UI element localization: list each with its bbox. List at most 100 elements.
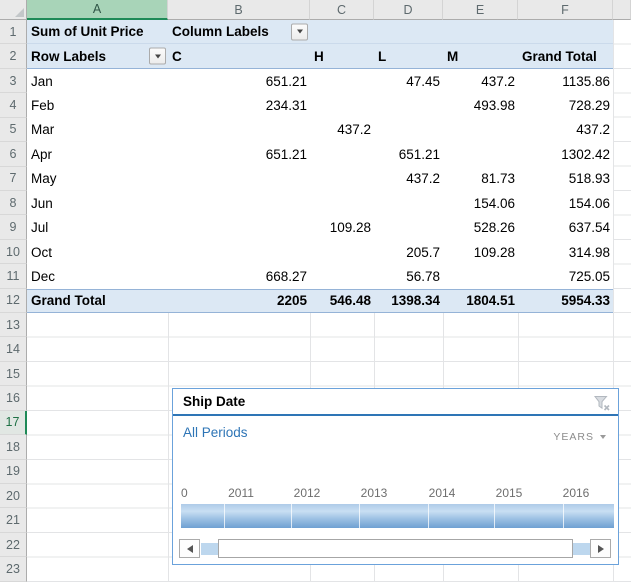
pivot-row-label[interactable]: Jul (27, 215, 168, 239)
row-header-selected[interactable]: 17 (0, 411, 27, 435)
pivot-value-cell[interactable]: 2205 (168, 289, 310, 313)
pivot-value-cell[interactable]: 518.93 (518, 167, 613, 191)
pivot-row-label[interactable]: Grand Total (27, 289, 168, 313)
row-header[interactable]: 16 (0, 386, 27, 410)
column-header-b[interactable]: B (168, 0, 310, 20)
scroll-right-button[interactable] (590, 539, 611, 558)
row-header[interactable]: 15 (0, 362, 27, 386)
pivot-value-cell[interactable]: 651.21 (168, 69, 310, 93)
pivot-value-cell[interactable] (310, 191, 374, 215)
row-header[interactable]: 20 (0, 484, 27, 508)
row-header[interactable]: 22 (0, 533, 27, 557)
scrollbar-track-left[interactable] (201, 543, 218, 555)
pivot-value-cell[interactable]: 154.06 (443, 191, 518, 215)
pivot-value-cell[interactable] (168, 191, 310, 215)
column-header-c[interactable]: C (310, 0, 374, 20)
row-header[interactable]: 12 (0, 289, 27, 313)
pivot-value-cell[interactable] (310, 93, 374, 117)
pivot-value-cell[interactable]: 437.2 (310, 118, 374, 142)
pivot-value-cell[interactable]: 437.2 (374, 167, 443, 191)
row-header[interactable]: 9 (0, 215, 27, 239)
pivot-value-cell[interactable] (310, 167, 374, 191)
pivot-row-label[interactable]: Oct (27, 240, 168, 264)
pivot-value-cell[interactable]: 1135.86 (518, 69, 613, 93)
column-header-f[interactable]: F (518, 0, 613, 20)
pivot-value-cell[interactable] (374, 191, 443, 215)
row-labels-filter-button[interactable] (149, 48, 166, 65)
row-header[interactable]: 5 (0, 118, 27, 142)
pivot-value-cell[interactable] (168, 240, 310, 264)
pivot-value-cell[interactable] (374, 215, 443, 239)
pivot-value-cell[interactable] (310, 142, 374, 166)
row-header[interactable]: 3 (0, 69, 27, 93)
pivot-row-label[interactable]: Apr (27, 142, 168, 166)
pivot-value-cell[interactable] (443, 118, 518, 142)
pivot-row-label[interactable]: May (27, 167, 168, 191)
pivot-value-cell[interactable]: 437.2 (443, 69, 518, 93)
pivot-value-cell[interactable]: 109.28 (443, 240, 518, 264)
pivot-row-label[interactable]: Feb (27, 93, 168, 117)
column-header-partial[interactable] (613, 0, 631, 20)
row-header[interactable]: 8 (0, 191, 27, 215)
pivot-value-cell[interactable]: 205.7 (374, 240, 443, 264)
row-header[interactable]: 21 (0, 508, 27, 532)
pivot-value-cell[interactable]: 725.05 (518, 264, 613, 288)
pivot-col-header[interactable]: M (443, 44, 518, 68)
row-header[interactable]: 6 (0, 142, 27, 166)
pivot-value-cell[interactable] (310, 69, 374, 93)
row-header[interactable]: 7 (0, 167, 27, 191)
pivot-value-cell[interactable]: 637.54 (518, 215, 613, 239)
pivot-value-cell[interactable]: 546.48 (310, 289, 374, 313)
pivot-cell[interactable] (443, 20, 518, 44)
row-header[interactable]: 1 (0, 20, 27, 44)
pivot-col-header[interactable]: Grand Total (518, 44, 613, 68)
pivot-value-cell[interactable] (310, 264, 374, 288)
row-header[interactable]: 19 (0, 460, 27, 484)
row-header[interactable]: 18 (0, 435, 27, 459)
row-header[interactable]: 13 (0, 313, 27, 337)
pivot-col-header[interactable]: H (310, 44, 374, 68)
pivot-value-cell[interactable]: 528.26 (443, 215, 518, 239)
column-header-d[interactable]: D (374, 0, 443, 20)
pivot-value-cell[interactable] (443, 142, 518, 166)
pivot-value-cell[interactable]: 154.06 (518, 191, 613, 215)
timeline-selection-bar[interactable] (181, 504, 614, 528)
pivot-cell[interactable] (310, 20, 374, 44)
pivot-value-cell[interactable] (310, 240, 374, 264)
pivot-value-cell[interactable]: 728.29 (518, 93, 613, 117)
pivot-row-label[interactable]: Mar (27, 118, 168, 142)
pivot-value-cell[interactable] (374, 93, 443, 117)
pivot-cell[interactable] (374, 20, 443, 44)
pivot-cell[interactable] (518, 20, 613, 44)
column-header-e[interactable]: E (443, 0, 518, 20)
pivot-row-label[interactable]: Dec (27, 264, 168, 288)
period-level-dropdown[interactable]: YEARS (553, 431, 606, 443)
pivot-value-cell[interactable]: 1804.51 (443, 289, 518, 313)
pivot-value-cell[interactable] (443, 264, 518, 288)
pivot-col-header[interactable]: L (374, 44, 443, 68)
pivot-row-label[interactable]: Jan (27, 69, 168, 93)
pivot-value-cell[interactable] (168, 167, 310, 191)
clear-filter-button[interactable] (592, 393, 612, 413)
column-header-a[interactable]: A (27, 0, 168, 20)
scrollbar-thumb[interactable] (218, 539, 573, 558)
select-all-button[interactable] (0, 0, 27, 20)
pivot-value-cell[interactable]: 234.31 (168, 93, 310, 117)
pivot-value-cell[interactable] (168, 118, 310, 142)
pivot-value-cell[interactable]: 47.45 (374, 69, 443, 93)
pivot-value-cell[interactable]: 437.2 (518, 118, 613, 142)
pivot-col-header[interactable]: C (168, 44, 310, 68)
pivot-value-cell[interactable]: 651.21 (374, 142, 443, 166)
scroll-left-button[interactable] (179, 539, 200, 558)
pivot-value-cell[interactable]: 56.78 (374, 264, 443, 288)
pivot-row-label[interactable]: Jun (27, 191, 168, 215)
pivot-value-cell[interactable]: 81.73 (443, 167, 518, 191)
row-header[interactable]: 2 (0, 44, 27, 68)
pivot-value-cell[interactable]: 1302.42 (518, 142, 613, 166)
pivot-value-cell[interactable]: 668.27 (168, 264, 310, 288)
pivot-value-cell[interactable]: 5954.33 (518, 289, 613, 313)
pivot-value-cell[interactable] (374, 118, 443, 142)
row-header[interactable]: 14 (0, 337, 27, 361)
row-header[interactable]: 10 (0, 240, 27, 264)
row-header[interactable]: 4 (0, 93, 27, 117)
